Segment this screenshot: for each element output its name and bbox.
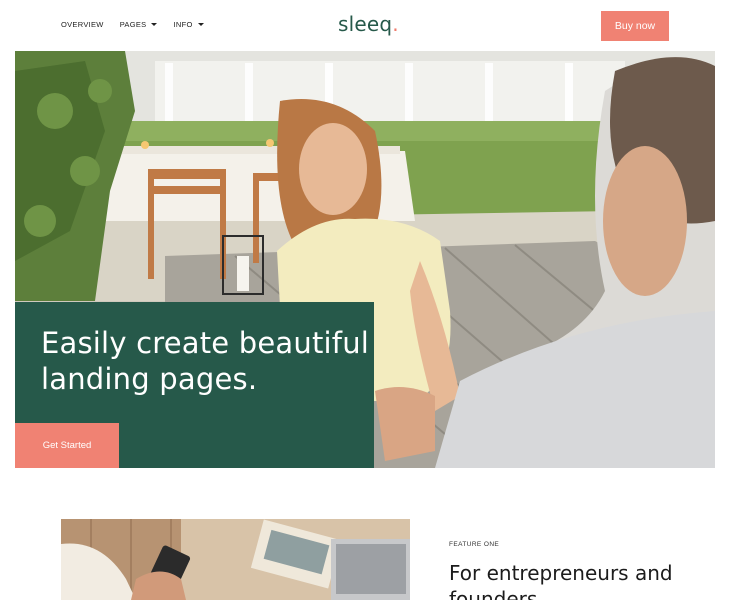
get-started-button[interactable]: Get Started [15,423,119,468]
hero-section: Easily create beautiful landing pages. G… [15,51,715,468]
feature-title: For entrepreneurs and founders [449,561,673,600]
feature-photo [61,519,410,600]
chevron-down-icon [197,23,204,26]
site-header: OVERVIEW PAGES INFO sleeq. Buy now [0,0,730,50]
main-nav: OVERVIEW PAGES INFO [61,20,220,29]
logo[interactable]: sleeq. [338,12,399,36]
hero-panel: Easily create beautiful landing pages. G… [15,302,374,468]
chevron-down-icon [151,23,158,26]
nav-item-info[interactable]: INFO [173,20,204,29]
nav-item-pages[interactable]: PAGES [120,20,158,29]
buy-now-button[interactable]: Buy now [601,11,669,41]
nav-item-overview[interactable]: OVERVIEW [61,20,104,29]
logo-dot: . [392,12,399,36]
nav-label: OVERVIEW [61,20,104,29]
logo-text: sleeq [338,12,393,36]
hero-title: Easily create beautiful landing pages. [41,326,370,396]
nav-label: PAGES [119,20,147,29]
feature-eyebrow: FEATURE ONE [449,541,500,548]
nav-label: INFO [173,20,193,29]
feature-image [61,519,410,600]
